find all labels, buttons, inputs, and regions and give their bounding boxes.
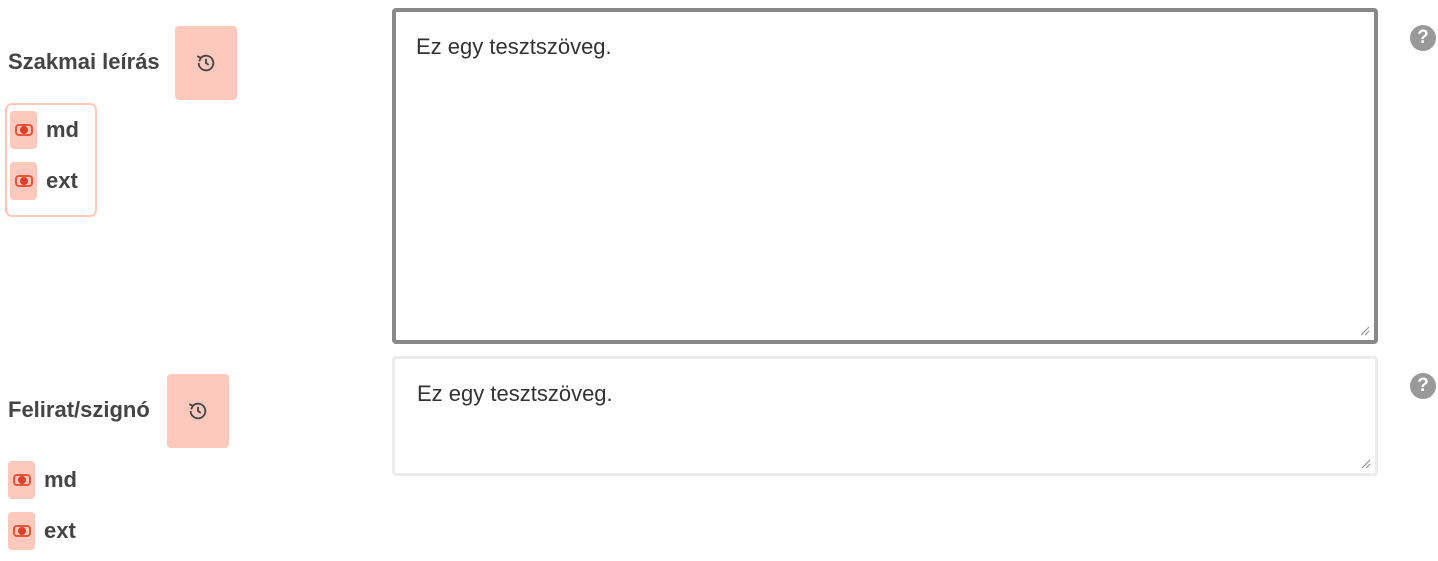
history-icon [196,54,215,72]
toggle-icon[interactable] [8,461,35,499]
toggle-md[interactable]: md [8,460,77,500]
textarea-value: Ez egy tesztszöveg. [417,381,613,406]
toggle-ext[interactable]: ext [10,161,78,201]
field-row-szakmai-leiras: Szakmai leírás md ext Ez egy tesztszöveg… [0,0,1438,350]
toggle-ext[interactable]: ext [8,511,76,551]
field-label: Szakmai leírás [8,49,160,74]
toggle-label: md [44,467,77,492]
description-textarea[interactable]: Ez egy tesztszöveg. [392,8,1378,344]
toggle-icon[interactable] [10,162,37,200]
toggle-label: ext [44,518,76,543]
toggle-icon[interactable] [8,512,35,550]
toggle-label: ext [46,168,78,193]
resize-grip-icon[interactable] [1360,326,1370,336]
field-label: Felirat/szignó [8,397,150,422]
field-row-felirat-szigno: Felirat/szignó md ext Ez egy tesztszöveg… [0,350,1438,561]
toggle-label: md [46,117,79,142]
textarea-value: Ez egy tesztszöveg. [416,34,612,59]
history-button[interactable] [175,26,237,100]
history-icon [188,402,207,420]
history-button[interactable] [167,374,229,448]
toggle-md[interactable]: md [10,110,79,150]
help-icon[interactable]: ? [1410,25,1436,51]
toggle-group: md ext [5,457,93,557]
resize-grip-icon[interactable] [1361,459,1371,469]
help-icon[interactable]: ? [1410,373,1436,399]
toggle-icon[interactable] [10,111,37,149]
caption-textarea[interactable]: Ez egy tesztszöveg. [392,356,1378,476]
toggle-group: md ext [5,103,97,217]
